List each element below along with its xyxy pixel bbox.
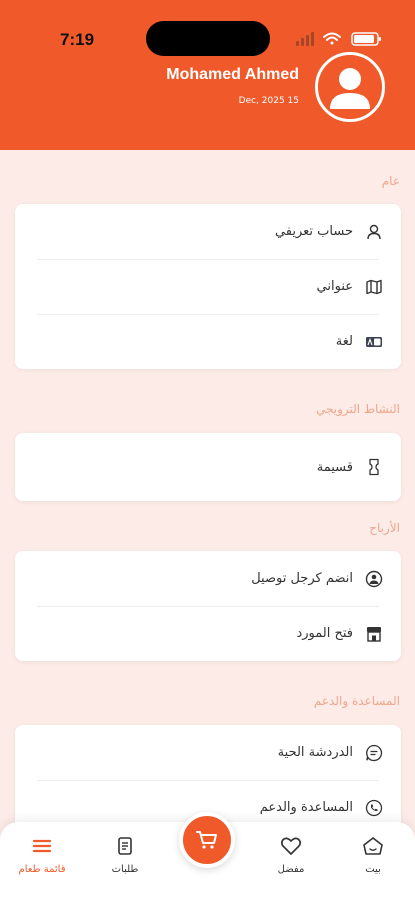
wifi-icon — [323, 32, 341, 45]
general-card: حساب تعريفي عنواني لغة — [15, 204, 401, 369]
menu-item-label: الدردشة الحية — [277, 745, 353, 760]
dynamic-island — [146, 21, 270, 56]
menu-item-address[interactable]: عنواني — [15, 259, 401, 314]
nav-orders[interactable]: طلبات — [90, 836, 160, 875]
cart-icon — [196, 831, 217, 849]
home-icon — [363, 837, 383, 855]
user-date: Dec, 2025 15 — [238, 96, 299, 106]
menu-item-label: انضم كرجل توصيل — [251, 571, 353, 586]
section-title-promo: النشاط الترويجي — [316, 402, 400, 416]
nav-home[interactable]: بيت — [338, 836, 408, 875]
delivery-man-icon — [365, 570, 383, 587]
user-name: Mohamed Ahmed — [166, 66, 299, 83]
nav-favorites[interactable]: مفضل — [256, 836, 326, 875]
coupon-icon — [369, 458, 379, 476]
phone-icon — [365, 799, 383, 816]
menu-item-label: فتح المورد — [296, 626, 353, 641]
map-icon — [366, 279, 382, 294]
profile-header: 7:19 Mohamed Ahmed Dec, 2025 15 — [0, 0, 415, 150]
menu-item-label: قسيمة — [316, 459, 353, 475]
menu-item-join-delivery[interactable]: انضم كرجل توصيل — [15, 551, 401, 606]
store-icon — [367, 626, 381, 642]
nav-orders-label: طلبات — [111, 864, 139, 875]
avatar[interactable] — [315, 52, 385, 122]
nav-menu[interactable]: قائمة طعام — [7, 836, 77, 875]
language-icon — [366, 336, 382, 347]
section-title-support: المساعدة والدعم — [313, 694, 400, 708]
menu-item-label: حساب تعريفي — [274, 224, 353, 239]
section-title-earnings: الأرباح — [369, 521, 400, 535]
menu-item-live-chat[interactable]: الدردشة الحية — [15, 725, 401, 780]
menu-item-profile[interactable]: حساب تعريفي — [15, 204, 401, 259]
signal-icon — [296, 32, 314, 46]
menu-item-label: عنواني — [316, 279, 353, 294]
chat-icon — [366, 744, 383, 761]
menu-item-language[interactable]: لغة — [15, 314, 401, 369]
cart-button[interactable] — [179, 812, 235, 868]
nav-home-label: بيت — [365, 864, 381, 875]
nav-favorites-label: مفضل — [277, 864, 305, 875]
menu-item-coupon[interactable]: قسيمة — [15, 433, 401, 501]
section-title-general: عام — [381, 174, 400, 188]
menu-item-open-store[interactable]: فتح المورد — [15, 606, 401, 661]
nav-menu-label: قائمة طعام — [18, 864, 66, 875]
menu-item-label: لغة — [335, 334, 353, 349]
status-icons — [296, 30, 386, 48]
menu-icon — [32, 839, 52, 853]
battery-icon — [351, 32, 381, 46]
orders-icon — [118, 837, 132, 855]
status-time: 7:19 — [60, 30, 95, 49]
earnings-card: انضم كرجل توصيل فتح المورد — [15, 551, 401, 661]
person-icon — [367, 224, 381, 239]
heart-icon — [280, 837, 302, 855]
promo-card: قسيمة — [15, 433, 401, 501]
menu-item-label: المساعدة والدعم — [259, 800, 353, 815]
user-avatar-icon — [318, 55, 382, 119]
